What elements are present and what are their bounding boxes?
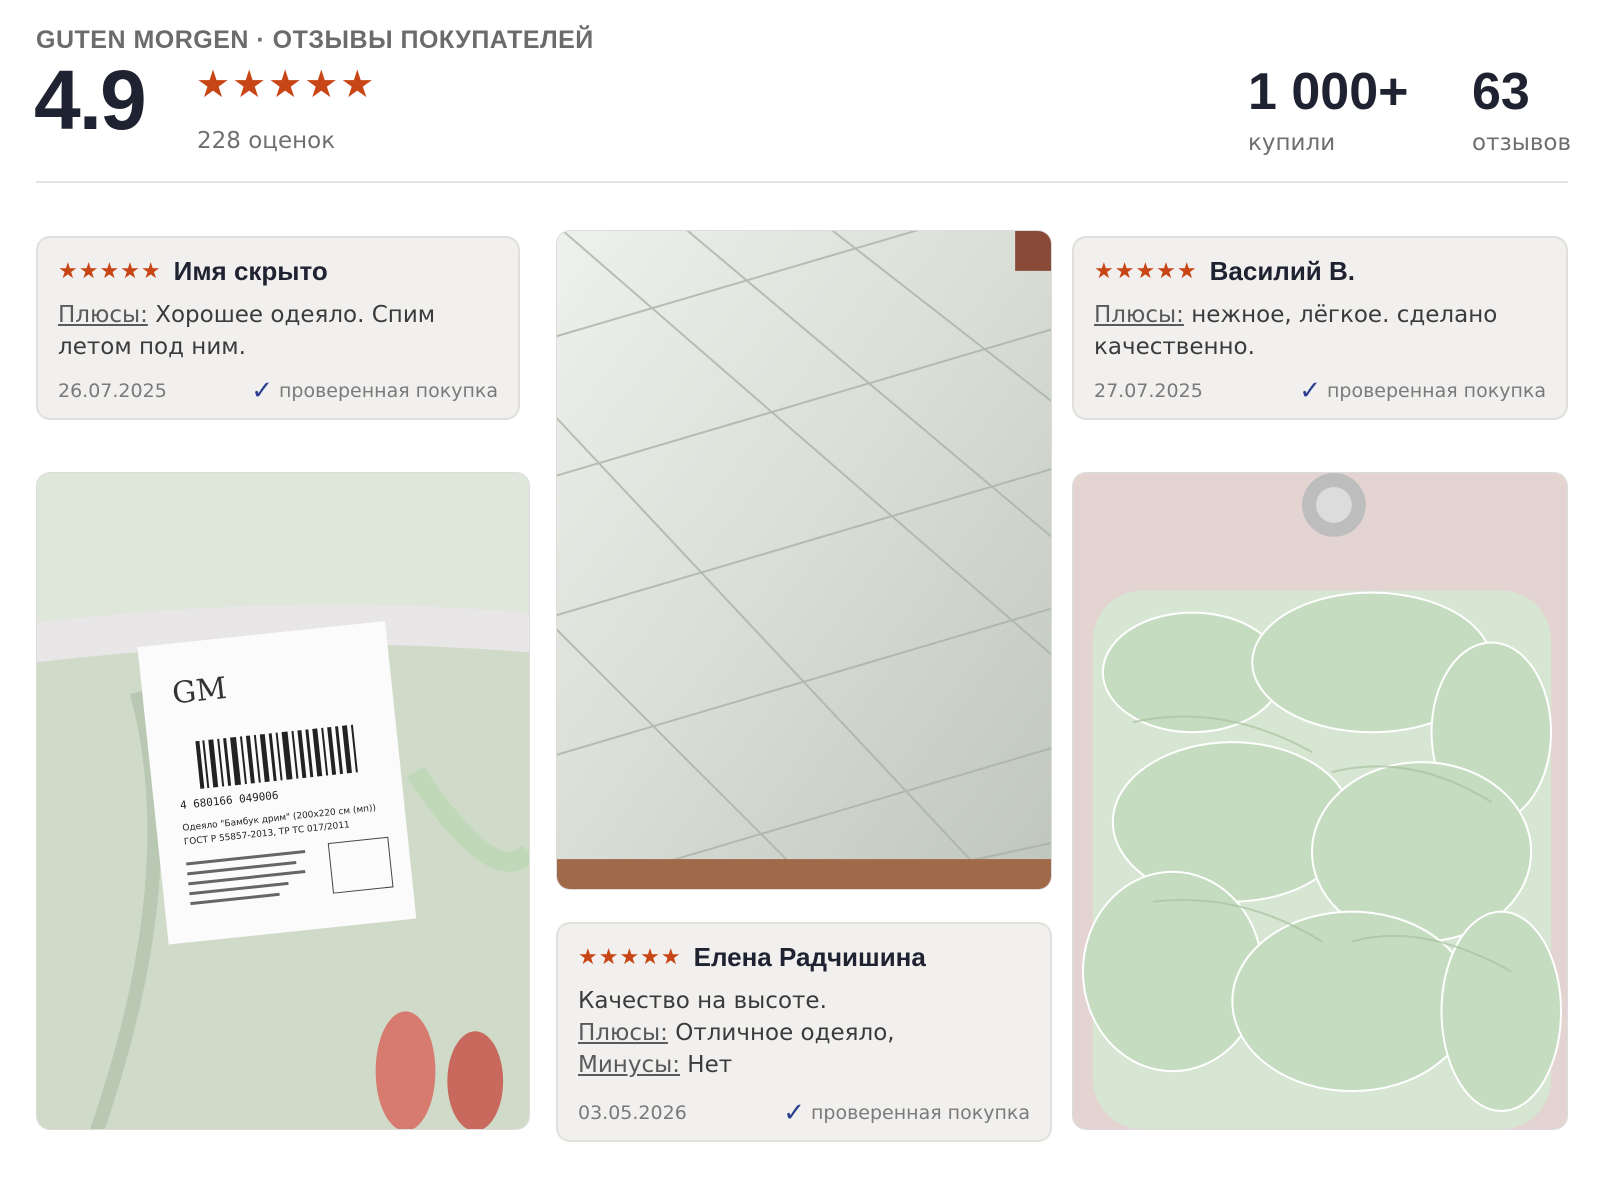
- header-divider: [36, 181, 1568, 183]
- review-card[interactable]: ★★★★★ Елена Радчишина Качество на высоте…: [556, 922, 1052, 1142]
- pros-label: Плюсы:: [578, 1020, 668, 1046]
- review-card[interactable]: ★★★★★ Имя скрыто Плюсы: Хорошее одеяло. …: [36, 236, 520, 420]
- verified-badge: ✓ проверенная покупка: [251, 376, 498, 406]
- pros-label: Плюсы:: [58, 302, 148, 328]
- rating-stars: ★★★★★: [196, 62, 377, 106]
- reviews-value: 63: [1472, 63, 1530, 121]
- review-photo-bathtub[interactable]: [1072, 472, 1568, 1130]
- brand-logo: GM: [171, 671, 229, 712]
- bought-stat: 1 000+ купили: [1248, 60, 1409, 156]
- page-title: GUTEN MORGEN · ОТЗЫВЫ ПОКУПАТЕЛЕЙ: [36, 26, 594, 54]
- review-card[interactable]: ★★★★★ Василий В. Плюсы: нежное, лёгкое. …: [1072, 236, 1568, 420]
- bought-value: 1 000+: [1248, 63, 1409, 121]
- review-author: Имя скрыто: [173, 256, 328, 286]
- checkmark-icon: ✓: [783, 1098, 805, 1128]
- verified-label: проверенная покупка: [810, 1102, 1030, 1124]
- pros-text: Отличное одеяло,: [667, 1020, 895, 1046]
- bought-label: купили: [1248, 130, 1336, 156]
- verified-badge: ✓ проверенная покупка: [1299, 376, 1546, 406]
- review-author: Елена Радчишина: [693, 942, 926, 972]
- reviews-stat: 63 отзывов: [1472, 60, 1571, 156]
- review-text: Плюсы: нежное, лёгкое. сделано качествен…: [1094, 299, 1546, 363]
- review-photo-blanket[interactable]: [556, 230, 1052, 890]
- checkmark-icon: ✓: [251, 376, 273, 406]
- review-date: 26.07.2025: [58, 380, 167, 402]
- checkmark-icon: ✓: [1299, 376, 1321, 406]
- review-text: Плюсы: Хорошее одеяло. Спим летом под ни…: [58, 299, 498, 363]
- review-stars: ★★★★★: [578, 945, 682, 970]
- verified-badge: ✓ проверенная покупка: [783, 1098, 1030, 1128]
- cons-text: Нет: [680, 1052, 733, 1078]
- review-date: 27.07.2025: [1094, 380, 1203, 402]
- review-author: Василий В.: [1209, 256, 1356, 286]
- ratings-count: 228 оценок: [197, 128, 336, 154]
- photo-illustration: [557, 231, 1051, 889]
- review-text: Качество на высоте. Плюсы: Отличное одея…: [578, 985, 1030, 1081]
- cons-label: Минусы:: [578, 1052, 680, 1078]
- review-comment: Качество на высоте.: [578, 988, 827, 1014]
- review-stars: ★★★★★: [1094, 259, 1198, 284]
- photo-illustration: 4 680166 049006 Одеяло "Бамбук дрим" (20…: [37, 473, 529, 1129]
- review-stars: ★★★★★: [58, 259, 162, 284]
- photo-illustration: [1073, 473, 1567, 1129]
- reviews-label: отзывов: [1472, 130, 1572, 156]
- verified-label: проверенная покупка: [278, 380, 498, 402]
- pros-label: Плюсы:: [1094, 302, 1184, 328]
- verified-label: проверенная покупка: [1326, 380, 1546, 402]
- average-rating: 4.9: [34, 53, 147, 147]
- review-date: 03.05.2026: [578, 1102, 687, 1124]
- review-photo-label[interactable]: 4 680166 049006 Одеяло "Бамбук дрим" (20…: [36, 472, 530, 1130]
